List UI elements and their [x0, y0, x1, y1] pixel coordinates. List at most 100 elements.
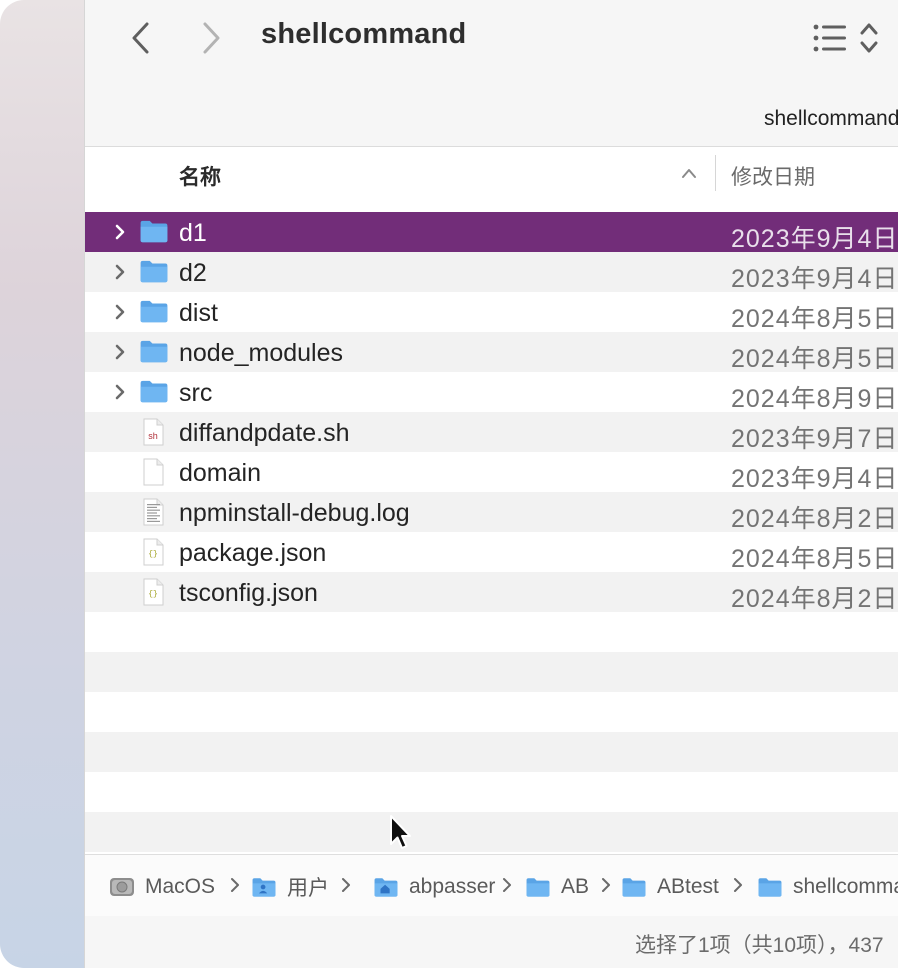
log-file-icon — [143, 498, 164, 526]
file-list: d1 2023年9月4日 d2 2023年9月4日 dist 2024年8月5日 no… — [85, 200, 898, 854]
file-name: d1 — [179, 219, 207, 247]
disclosure-triangle-icon[interactable] — [113, 382, 127, 402]
file-row[interactable]: {} package.json 2024年8月5日 — [85, 532, 898, 573]
folder-path-label-area: shellcommand — [85, 76, 898, 146]
empty-row — [85, 652, 898, 692]
folder-icon — [140, 380, 168, 403]
folder-icon — [140, 340, 168, 363]
folder-icon — [622, 878, 646, 897]
view-options-button[interactable] — [811, 20, 851, 56]
file-icon-wrap: sh — [139, 418, 167, 446]
users-folder-icon — [252, 878, 276, 897]
disclosure-triangle-icon[interactable] — [113, 222, 127, 242]
path-bar: MacOS 用户 abpasser AB ABtest shellcommand — [85, 854, 898, 918]
file-icon-wrap — [139, 338, 168, 366]
json-file-icon: {} — [143, 538, 164, 566]
list-header: 名称 修改日期 — [85, 146, 898, 202]
file-date: 2024年8月5日 — [731, 545, 898, 573]
file-icon-wrap: {} — [139, 538, 167, 566]
chevron-right-icon — [231, 878, 239, 892]
chevron-left-icon — [132, 22, 149, 54]
file-icon-wrap: {} — [139, 578, 167, 606]
file-name: domain — [179, 459, 261, 487]
column-divider[interactable] — [715, 155, 716, 191]
status-bar: 选择了1项（共10项），437 — [85, 916, 898, 968]
sort-ascending-icon — [682, 169, 696, 178]
disclosure-triangle-icon[interactable] — [113, 342, 127, 362]
column-header-date[interactable]: 修改日期 — [731, 161, 815, 191]
folder-path-label: shellcommand — [764, 107, 898, 130]
pathbar-label: abpasser — [409, 875, 496, 898]
file-row[interactable]: sh diffandpdate.sh 2023年9月7日 — [85, 412, 898, 453]
file-name: package.json — [179, 539, 327, 567]
forward-button[interactable] — [191, 18, 231, 58]
svg-text:{}: {} — [148, 550, 158, 559]
pathbar-label: 用户 — [287, 877, 329, 900]
file-name: node_modules — [179, 339, 344, 367]
file-date: 2024年8月5日 — [731, 305, 898, 333]
file-icon-wrap — [139, 258, 168, 286]
folder-icon — [758, 878, 782, 897]
group-sort-button[interactable] — [857, 20, 881, 56]
file-icon-wrap — [139, 298, 168, 326]
pathbar-label: ABtest — [657, 875, 719, 898]
file-row[interactable]: dist 2024年8月5日 — [85, 292, 898, 333]
empty-row — [85, 772, 898, 812]
file-icon-wrap — [139, 378, 168, 406]
file-name: npminstall-debug.log — [179, 499, 410, 527]
empty-row — [85, 612, 898, 652]
document-file-icon — [143, 458, 164, 486]
pathbar-item[interactable]: ABtest — [621, 872, 719, 902]
file-date: 2023年9月4日 — [731, 225, 898, 253]
file-row[interactable]: d2 2023年9月4日 — [85, 252, 898, 293]
list-view-icon — [813, 24, 846, 52]
folder-icon — [140, 220, 168, 243]
up-down-chevron-icon — [860, 23, 878, 53]
pathbar-item[interactable]: abpasser — [373, 872, 495, 902]
mouse-pointer-icon — [390, 815, 411, 849]
file-row[interactable]: {} tsconfig.json 2024年8月2日 — [85, 572, 898, 613]
file-icon-wrap — [139, 218, 168, 246]
pathbar-item[interactable]: AB — [525, 872, 589, 902]
file-row[interactable]: node_modules 2024年8月5日 — [85, 332, 898, 373]
column-header-name[interactable]: 名称 — [179, 161, 221, 191]
file-name: src — [179, 379, 213, 407]
back-button[interactable] — [121, 18, 161, 58]
disclosure-triangle-icon[interactable] — [113, 302, 127, 322]
file-date: 2024年8月5日 — [731, 345, 898, 373]
home-folder-icon — [374, 878, 398, 897]
file-row[interactable]: d1 2023年9月4日 — [85, 212, 898, 253]
pathbar-item[interactable]: shellcommand — [757, 872, 898, 902]
folder-icon — [526, 878, 550, 897]
chevron-right-icon — [342, 878, 350, 892]
pathbar-label: AB — [561, 875, 590, 898]
finder-window: shellcommand shellcommand 名称 修改日期 d1 202… — [84, 0, 898, 968]
disclosure-triangle-icon[interactable] — [113, 262, 127, 282]
file-date: 2024年8月9日 — [731, 385, 898, 413]
pathbar-item[interactable]: 用户 — [251, 872, 329, 902]
chevron-right-icon — [203, 22, 220, 54]
file-date: 2023年9月4日 — [731, 265, 898, 293]
folder-icon — [140, 300, 168, 323]
file-row[interactable]: src 2024年8月9日 — [85, 372, 898, 413]
json-file-icon: {} — [143, 578, 164, 606]
chevron-right-icon — [734, 878, 742, 892]
empty-row — [85, 812, 898, 852]
toolbar: shellcommand — [85, 0, 898, 76]
desktop-background — [0, 0, 84, 968]
pathbar-label: MacOS — [145, 875, 216, 898]
chevron-right-icon — [602, 878, 610, 892]
file-name: dist — [179, 299, 218, 327]
file-date: 2024年8月2日 — [731, 585, 898, 613]
pathbar-item[interactable]: MacOS — [109, 872, 215, 902]
file-icon-wrap — [139, 498, 167, 526]
file-date: 2023年9月4日 — [731, 465, 898, 493]
file-name: d2 — [179, 259, 207, 287]
hard-drive-icon — [110, 878, 134, 896]
svg-text:{}: {} — [148, 590, 158, 599]
file-row[interactable]: npminstall-debug.log 2024年8月2日 — [85, 492, 898, 533]
file-icon-wrap — [139, 458, 167, 486]
svg-text:sh: sh — [148, 431, 158, 441]
file-name: tsconfig.json — [179, 579, 318, 607]
file-row[interactable]: domain 2023年9月4日 — [85, 452, 898, 493]
